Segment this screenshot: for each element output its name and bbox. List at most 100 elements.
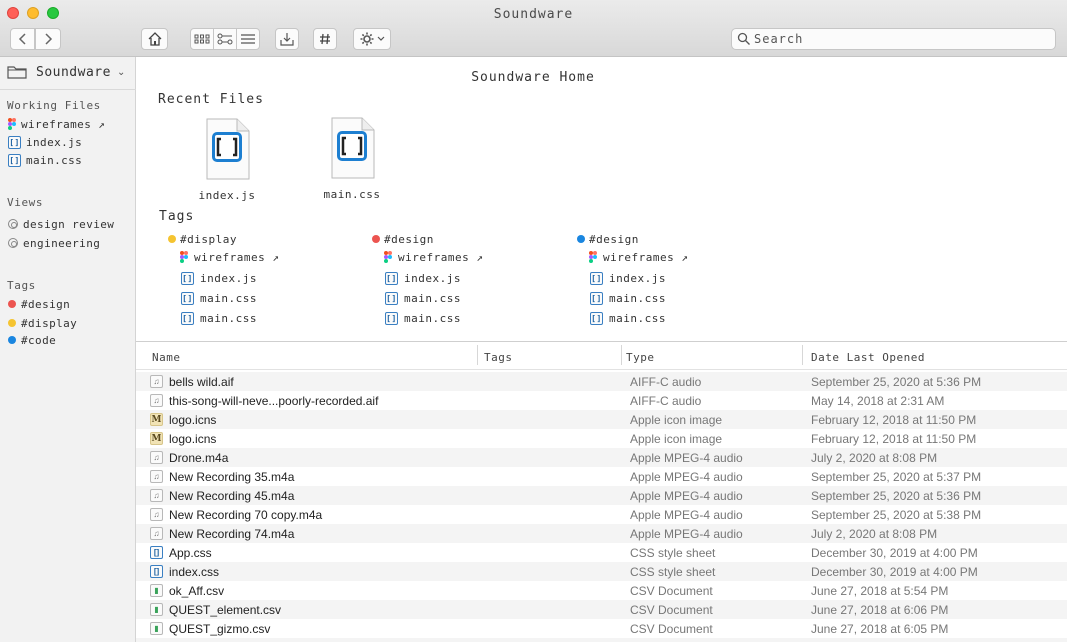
column-divider[interactable] [477, 345, 478, 365]
gear-icon [360, 32, 373, 46]
sidebar-item-tag-code[interactable]: #code [8, 333, 56, 347]
file-name: Drone.m4a [169, 451, 229, 465]
file-name: index.js [200, 271, 257, 285]
tag-dot-icon [8, 300, 16, 308]
column-header-date[interactable]: Date Last Opened [811, 351, 925, 364]
file-list: Name Tags Type Date Last Opened ♫ bells … [136, 341, 1067, 642]
search-input[interactable] [754, 31, 1049, 47]
file-name: index.js [198, 189, 256, 202]
file-name: bells wild.aif [169, 375, 234, 389]
recent-file-main-css[interactable]: main.css [317, 117, 387, 201]
tags-heading: Tags [159, 209, 195, 224]
audio-file-icon: ♫ [150, 451, 163, 464]
tag-file-item[interactable]: wireframes ↗ [384, 250, 483, 264]
back-button[interactable] [10, 28, 35, 50]
figma-icon [8, 118, 16, 130]
column-header-tags[interactable]: Tags [484, 351, 513, 364]
file-name: wireframes ↗ [398, 250, 484, 264]
sidebar-item-engineering[interactable]: engineering [8, 236, 100, 250]
audio-file-icon: ♫ [150, 375, 163, 388]
sidebar-item-index-js[interactable]: [] index.js [8, 135, 82, 149]
sidebar-item-main-css[interactable]: [] main.css [8, 153, 82, 167]
column-header-type[interactable]: Type [626, 351, 655, 364]
tag-file-item[interactable]: [] index.js [385, 271, 461, 285]
table-row[interactable]: ♫ New Recording 74.m4a Apple MPEG-4 audi… [136, 524, 1067, 543]
table-row[interactable]: ♫ New Recording 70 copy.m4a Apple MPEG-4… [136, 505, 1067, 524]
chevron-down-icon: ⌄ [116, 66, 126, 78]
tag-group-header[interactable]: #design [577, 232, 639, 246]
file-date: February 12, 2018 at 11:50 PM [811, 432, 977, 446]
tag-group-header[interactable]: #design [372, 232, 434, 246]
file-type: AIFF-C audio [630, 375, 702, 389]
tag-file-item[interactable]: [] main.css [181, 291, 257, 305]
folder-icon [7, 66, 27, 79]
brackets-file-icon: [] [385, 291, 398, 305]
chevron-down-icon [377, 36, 384, 41]
page-title: Soundware Home [471, 70, 595, 85]
tag-file-item[interactable]: [] main.css [590, 311, 666, 325]
figma-icon [180, 251, 188, 263]
file-date: September 25, 2020 at 5:36 PM [811, 375, 982, 389]
table-row[interactable]: ▮ ok_Aff.csv CSV Document June 27, 2018 … [136, 581, 1067, 600]
home-button[interactable] [141, 28, 168, 50]
table-row[interactable]: M logo.icns Apple icon image February 12… [136, 410, 1067, 429]
sidebar-item-label: #design [21, 297, 71, 311]
tag-file-item[interactable]: [] index.js [590, 271, 666, 285]
tag-file-item[interactable]: [] main.css [385, 311, 461, 325]
csv-file-icon: ▮ [150, 603, 163, 616]
icns-file-icon: M [150, 432, 163, 445]
audio-file-icon: ♫ [150, 527, 163, 540]
tag-file-item[interactable]: [] main.css [385, 291, 461, 305]
file-date: February 12, 2018 at 11:50 PM [811, 413, 977, 427]
sidebar-item-tag-display[interactable]: #display [8, 316, 77, 330]
file-name: main.css [200, 311, 257, 325]
tag-name: #design [384, 232, 434, 246]
icon-view-button[interactable] [190, 28, 214, 50]
tag-dot-icon [372, 235, 380, 243]
brackets-file-icon: [] [8, 135, 21, 149]
table-row[interactable]: [] index.css CSS style sheet December 30… [136, 562, 1067, 581]
table-row[interactable]: ▮ QUEST_gizmo.csv CSV Document June 27, … [136, 619, 1067, 638]
forward-button[interactable] [35, 28, 61, 50]
action-menu-button[interactable] [353, 28, 391, 50]
table-row[interactable]: ♫ this-song-will-neve...poorly-recorded.… [136, 391, 1067, 410]
file-date: June 27, 2018 at 5:54 PM [811, 584, 949, 598]
brackets-file-icon: [] [181, 311, 194, 325]
file-name: main.css [404, 311, 461, 325]
file-name: App.css [169, 546, 212, 560]
tag-dot-icon [168, 235, 176, 243]
column-header-name[interactable]: Name [152, 351, 181, 364]
table-row[interactable]: ♫ New Recording 45.m4a Apple MPEG-4 audi… [136, 486, 1067, 505]
tag-file-item[interactable]: [] index.js [181, 271, 257, 285]
file-date: July 2, 2020 at 8:08 PM [811, 527, 938, 541]
import-button[interactable] [275, 28, 299, 50]
tag-file-item[interactable]: wireframes ↗ [180, 250, 279, 264]
tag-button[interactable] [313, 28, 337, 50]
search-field[interactable] [731, 28, 1056, 50]
sidebar-item-wireframes[interactable]: wireframes ↗ [8, 117, 105, 131]
sidebar-item-design-review[interactable]: design review [8, 217, 114, 231]
csv-file-icon: ▮ [150, 584, 163, 597]
tag-group-header[interactable]: #display [168, 232, 237, 246]
file-date: December 30, 2019 at 4:00 PM [811, 565, 978, 579]
file-name: this-song-will-neve...poorly-recorded.ai… [169, 394, 379, 408]
table-row[interactable]: ♫ bells wild.aif AIFF-C audio September … [136, 372, 1067, 391]
table-row[interactable]: ♫ New Recording 35.m4a Apple MPEG-4 audi… [136, 467, 1067, 486]
audio-file-icon: ♫ [150, 470, 163, 483]
tag-file-item[interactable]: [] main.css [181, 311, 257, 325]
table-row[interactable]: ♫ Drone.m4a Apple MPEG-4 audio July 2, 2… [136, 448, 1067, 467]
table-row[interactable]: M logo.icns Apple icon image February 12… [136, 429, 1067, 448]
file-name: main.css [609, 291, 666, 305]
graph-view-button[interactable] [213, 28, 237, 50]
file-type: Apple MPEG-4 audio [630, 508, 743, 522]
tag-file-item[interactable]: wireframes ↗ [589, 250, 688, 264]
column-divider[interactable] [802, 345, 803, 365]
tag-file-item[interactable]: [] main.css [590, 291, 666, 305]
table-row[interactable]: ▮ QUEST_element.csv CSV Document June 27… [136, 600, 1067, 619]
project-selector[interactable]: Soundware ⌄ [7, 64, 125, 80]
recent-file-index-js[interactable]: index.js [192, 118, 262, 202]
table-row[interactable]: [] App.css CSS style sheet December 30, … [136, 543, 1067, 562]
column-divider[interactable] [621, 345, 622, 365]
list-view-button[interactable] [236, 28, 260, 50]
sidebar-item-tag-design[interactable]: #design [8, 297, 70, 311]
